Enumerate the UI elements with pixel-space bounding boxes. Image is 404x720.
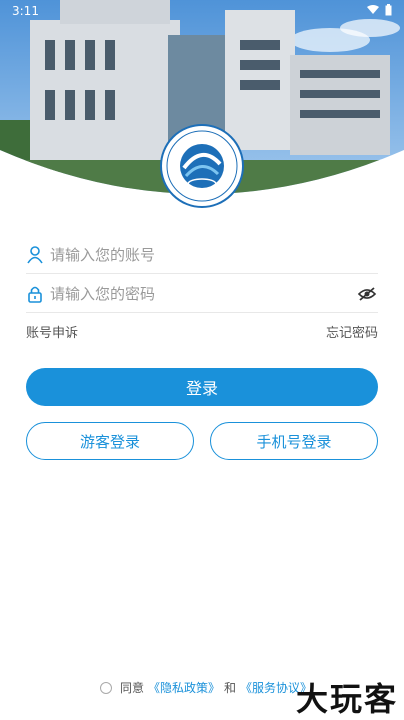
phone-login-button[interactable]: 手机号登录 <box>210 422 378 460</box>
guest-login-label: 游客登录 <box>79 432 140 451</box>
status-bar: 3:11 <box>0 0 404 22</box>
eye-off-icon[interactable] <box>356 283 378 305</box>
account-field <box>26 236 378 274</box>
privacy-policy-link[interactable]: 《隐私政策》 <box>148 679 220 696</box>
forgot-password-link[interactable]: 忘记密码 <box>326 322 378 341</box>
agree-radio[interactable] <box>100 681 112 694</box>
status-time: 3:11 <box>12 4 39 18</box>
password-input[interactable] <box>50 284 356 303</box>
college-logo <box>160 124 244 208</box>
battery-icon <box>385 3 392 19</box>
lock-icon <box>26 285 44 303</box>
and-text: 和 <box>224 681 237 695</box>
auxiliary-links: 账号申诉 忘记密码 <box>26 322 378 341</box>
account-appeal-link[interactable]: 账号申诉 <box>26 322 78 341</box>
watermark: 大玩客 <box>295 680 398 718</box>
wifi-icon <box>367 4 379 18</box>
password-field <box>26 275 378 313</box>
agreement-row: 同意 《隐私政策》 和 《服务协议》 <box>100 679 312 696</box>
account-input[interactable] <box>50 245 378 264</box>
user-icon <box>26 245 44 264</box>
agree-text: 同意 <box>120 681 145 695</box>
login-button[interactable]: 登录 <box>26 368 378 406</box>
guest-login-button[interactable]: 游客登录 <box>26 422 194 460</box>
login-button-label: 登录 <box>185 379 218 398</box>
phone-login-label: 手机号登录 <box>256 432 332 451</box>
